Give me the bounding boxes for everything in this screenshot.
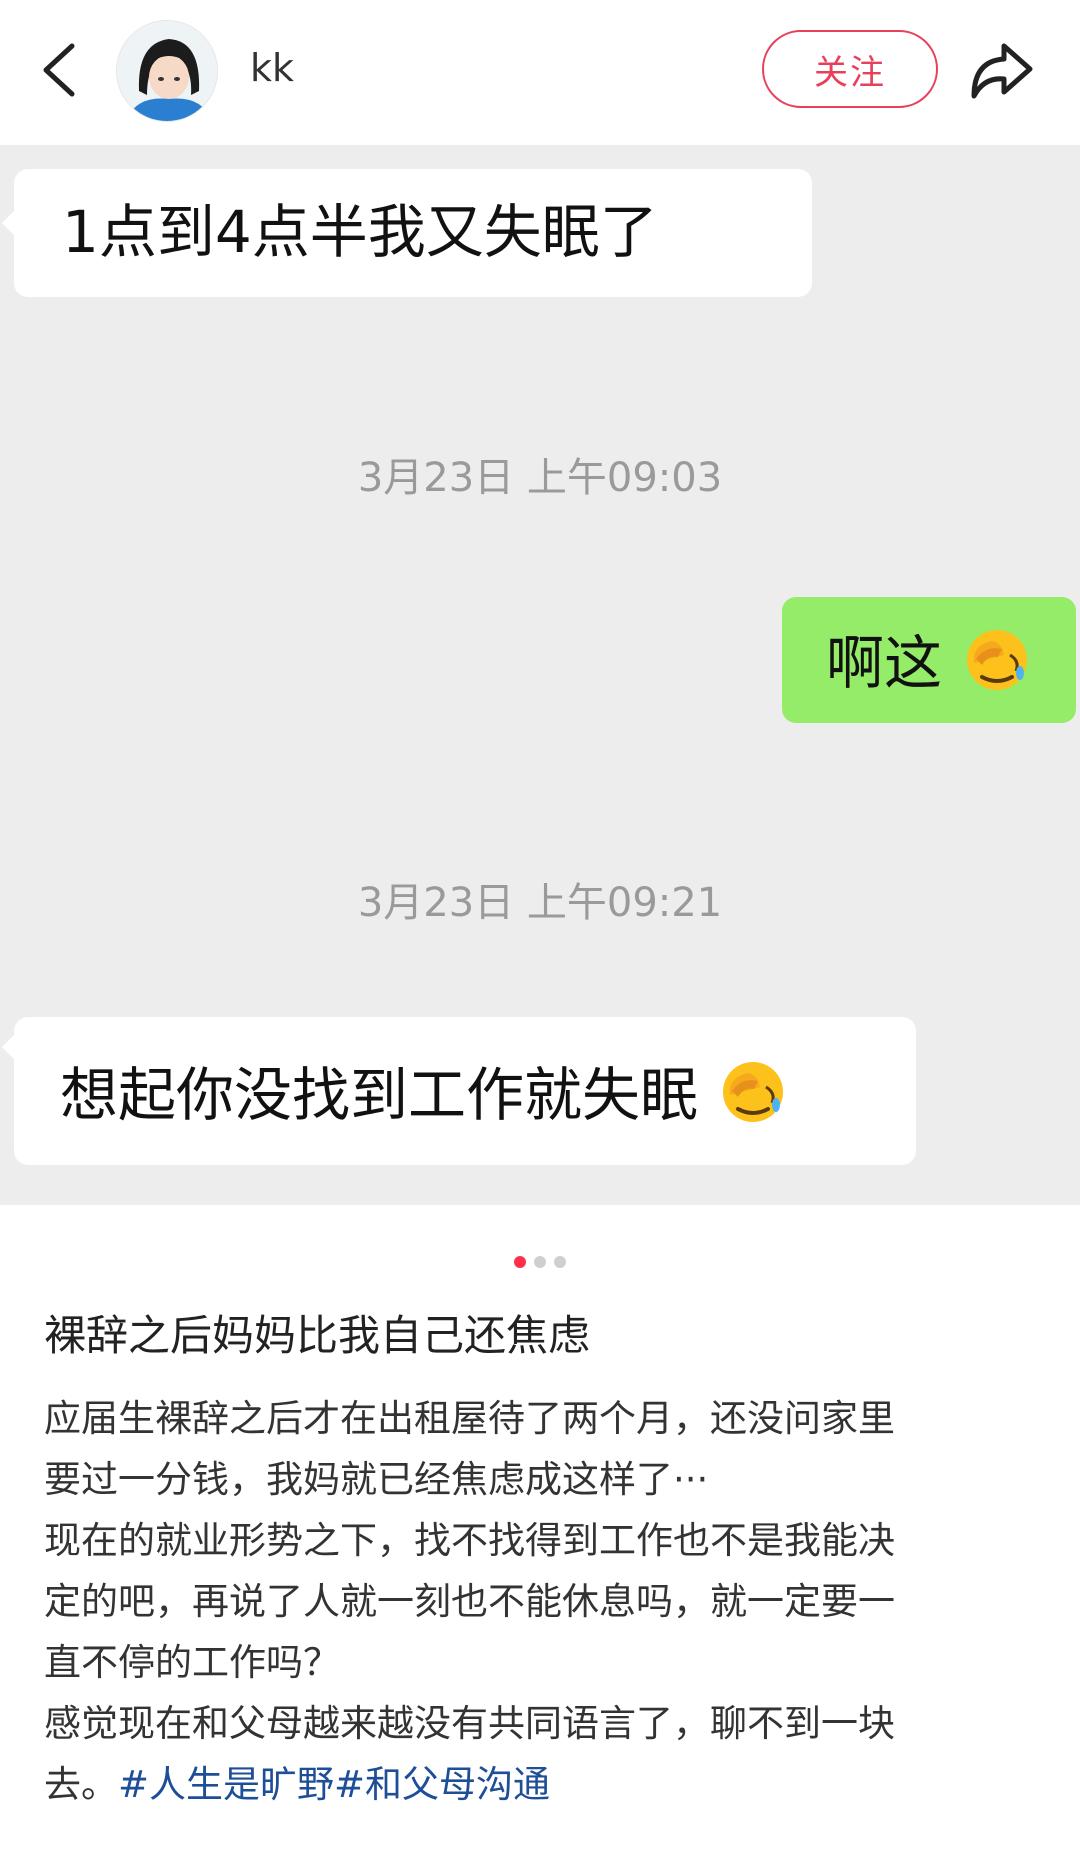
post-line-prefix: 去。 [44,1763,118,1806]
face-palm-crying-emoji [967,630,1028,690]
chat-bubble-left: 1点到4点半我又失眠了 [14,169,812,297]
post-line: 感觉现在和父母越来越没有共同语言了，聊不到一块 [44,1702,895,1745]
post-line: 定的吧，再说了人就一刻也不能休息吗，就一定要一 [44,1580,895,1623]
message-text-content: 想起你没找到工作就失眠 [60,1061,699,1129]
post-line: 现在的就业形势之下，找不找得到工作也不是我能决 [44,1519,895,1562]
top-bar: kk 关注 [0,0,1080,145]
post-line: 直不停的工作吗？ [44,1641,340,1684]
chat-bubble-right: 啊这 [782,597,1076,723]
post-title: 裸辞之后妈妈比我自己还焦虑 [44,1311,591,1360]
post-line: 要过一分钱，我妈就已经焦虑成这样了··· [44,1458,709,1501]
message-text: 啊这 [826,625,1032,698]
message-text: 1点到4点半我又失眠了 [62,198,658,266]
post-body: 应届生裸辞之后才在出租屋待了两个月，还没问家里 要过一分钱，我妈就已经焦虑成这样… [44,1388,1044,1815]
share-arrow-icon[interactable] [966,36,1036,106]
post-line: 应届生裸辞之后才在出租屋待了两个月，还没问家里 [44,1397,895,1440]
hashtag-link[interactable]: #人生是旷野 [118,1763,334,1806]
timestamp: 3月23日 上午09:21 [357,880,723,926]
avatar[interactable] [116,20,218,122]
back-chevron-icon[interactable] [36,38,84,102]
pager-dot[interactable] [554,1256,566,1268]
chat-screenshot-image[interactable]: 1点到4点半我又失眠了 3月23日 上午09:03 啊这 3月23日 上午09:… [0,145,1080,1205]
face-palm-crying-emoji [723,1062,784,1122]
pager-dot[interactable] [534,1256,546,1268]
message-text: 想起你没找到工作就失眠 [60,1057,788,1130]
username[interactable]: kk [250,44,294,92]
hashtag-link[interactable]: #和父母沟通 [334,1763,550,1806]
pager-dot-active[interactable] [514,1256,526,1268]
follow-button[interactable]: 关注 [762,30,938,108]
post-line-last: 去。#人生是旷野#和父母沟通 [44,1754,1044,1815]
timestamp: 3月23日 上午09:03 [357,455,723,501]
message-text-content: 啊这 [826,629,943,697]
chat-bubble-left: 想起你没找到工作就失眠 [14,1017,916,1165]
image-pager [0,1256,1080,1268]
